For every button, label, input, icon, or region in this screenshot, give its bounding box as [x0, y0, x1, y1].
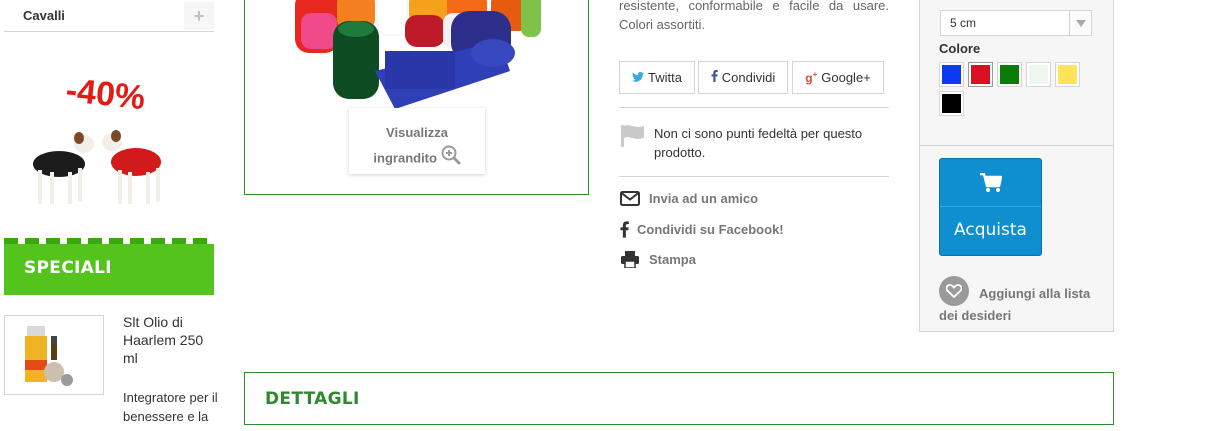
- expand-plus-icon[interactable]: +: [184, 2, 214, 30]
- swatch-fill: [942, 94, 961, 113]
- color-label: Colore: [939, 41, 981, 56]
- promo-discount: -40%: [64, 71, 147, 117]
- color-swatch-black[interactable]: [939, 91, 964, 116]
- send-to-friend-label[interactable]: Invia ad un amico: [649, 191, 758, 206]
- add-to-cart-button[interactable]: Acquista: [939, 158, 1042, 256]
- flag-icon: [620, 124, 646, 153]
- print-link[interactable]: Stampa: [619, 251, 696, 268]
- facebook-icon: [711, 70, 718, 85]
- special-product-thumbnail[interactable]: [4, 315, 104, 395]
- send-to-friend-link[interactable]: Invia ad un amico: [619, 191, 758, 206]
- divider: [619, 176, 889, 177]
- twitter-share-button[interactable]: Twitta: [619, 61, 695, 94]
- share-facebook-label[interactable]: Condividi su Facebook!: [637, 222, 784, 237]
- cart-icon[interactable]: [940, 159, 1041, 207]
- printer-icon: [619, 251, 641, 268]
- details-section: DETTAGLI: [244, 372, 1114, 425]
- google-plus-share-button[interactable]: g+ Google+: [792, 61, 884, 94]
- dashed-divider: [4, 238, 214, 244]
- twitter-share-label[interactable]: Twitta: [648, 70, 682, 85]
- swatch-fill: [971, 65, 990, 84]
- swatch-fill: [1058, 65, 1077, 84]
- facebook-share-button[interactable]: Condividi: [698, 61, 788, 94]
- color-swatch-green[interactable]: [997, 62, 1022, 87]
- category-row-cavalli[interactable]: Cavalli +: [4, 0, 214, 32]
- facebook-share-label[interactable]: Condividi: [722, 70, 775, 85]
- google-plus-share-label[interactable]: Google+: [821, 70, 871, 85]
- loyalty-points-message: Non ci sono punti fedeltà per questo pro…: [654, 126, 863, 160]
- category-label[interactable]: Cavalli: [23, 8, 65, 23]
- view-enlarged-label[interactable]: Visualizza ingrandito: [373, 125, 448, 165]
- color-swatch-red[interactable]: [968, 62, 993, 87]
- promo-banner[interactable]: -40%: [24, 62, 174, 212]
- swatch-fill: [1000, 65, 1019, 84]
- speciali-header[interactable]: SPECIALI: [4, 238, 214, 295]
- add-to-wishlist-link[interactable]: Aggiungi alla lista dei desideri: [939, 283, 1109, 327]
- divider: [619, 107, 889, 108]
- twitter-icon: [632, 70, 645, 85]
- swatch-fill: [942, 65, 961, 84]
- facebook-icon: [619, 221, 629, 238]
- color-swatch-blue[interactable]: [939, 62, 964, 87]
- special-product-name[interactable]: Slt Olio di Haarlem 250 ml: [123, 313, 218, 367]
- share-facebook-link[interactable]: Condividi su Facebook!: [619, 221, 784, 238]
- google-plus-icon: g+: [805, 70, 818, 85]
- details-title: DETTAGLI: [265, 389, 360, 409]
- speciali-title[interactable]: SPECIALI: [24, 258, 112, 278]
- color-swatch-white[interactable]: [1026, 62, 1051, 87]
- view-enlarged-button[interactable]: Visualizza ingrandito: [349, 108, 485, 174]
- color-swatch-yellow[interactable]: [1055, 62, 1080, 87]
- special-product-description: Integratore per il benessere e la: [123, 390, 218, 424]
- print-label[interactable]: Stampa: [649, 252, 696, 267]
- add-to-cart-label[interactable]: Acquista: [940, 220, 1041, 240]
- product-description: resistente, conformabile e facile da usa…: [619, 0, 889, 32]
- size-select[interactable]: 5 cm: [940, 10, 1092, 36]
- envelope-icon: [619, 191, 641, 206]
- size-select-value[interactable]: 5 cm: [950, 16, 976, 30]
- zoom-in-icon[interactable]: [441, 145, 461, 173]
- swatch-fill: [1029, 65, 1048, 84]
- chevron-down-icon[interactable]: [1069, 11, 1091, 35]
